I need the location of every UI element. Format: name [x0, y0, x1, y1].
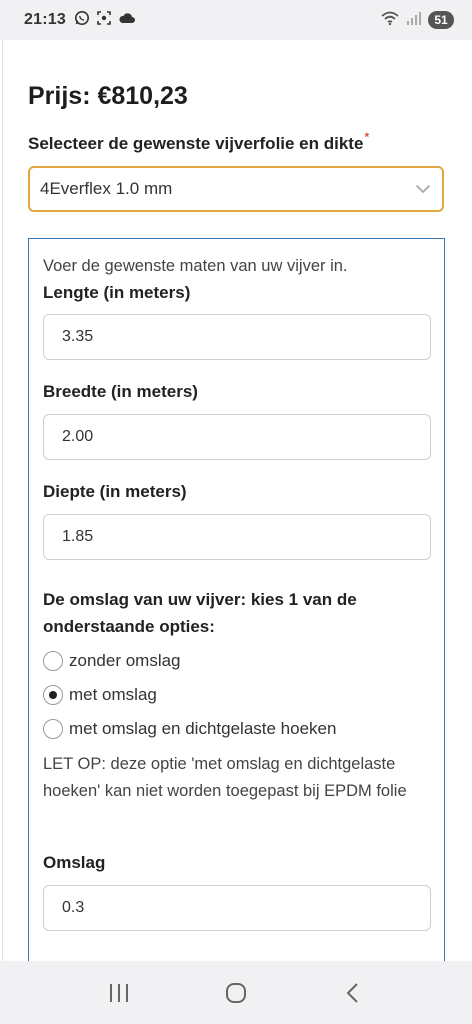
radio-button-selected[interactable]	[43, 685, 63, 705]
option-dichtgelaste-hoeken[interactable]: met omslag en dichtgelaste hoeken	[43, 719, 336, 739]
status-bar: 21:13 51	[0, 0, 472, 40]
product-page: Prijs: €810,23 Selecteer de gewenste vij…	[0, 40, 472, 961]
omslag-question: De omslag van uw vijver: kies 1 van de o…	[43, 590, 357, 636]
back-icon[interactable]	[333, 973, 373, 1013]
battery-indicator: 51	[428, 11, 454, 29]
whatsapp-icon	[74, 10, 90, 31]
notification-icons	[74, 10, 136, 31]
home-icon[interactable]	[216, 973, 256, 1013]
status-time: 21:13	[24, 11, 66, 28]
select-label: Selecteer de gewenste vijverfolie en dik…	[28, 130, 369, 154]
system-icons: 51	[380, 10, 454, 31]
dimensions-panel: Voer de gewenste maten van uw vijver in.…	[28, 238, 445, 961]
radio-dot	[49, 691, 57, 699]
width-input[interactable]: 2.00	[43, 414, 431, 460]
select-label-text: Selecteer de gewenste vijverfolie en dik…	[28, 134, 364, 153]
option-met-omslag[interactable]: met omslag	[43, 685, 157, 705]
select-value: 4Everflex 1.0 mm	[40, 179, 173, 198]
dimensions-intro: Voer de gewenste maten van uw vijver in.	[43, 257, 348, 275]
option-label: met omslag	[69, 685, 157, 704]
length-input[interactable]: 3.35	[43, 314, 431, 360]
depth-label: Diepte (in meters)	[43, 482, 187, 501]
cloud-icon	[118, 11, 136, 30]
chevron-down-icon	[414, 180, 432, 198]
omslag-input[interactable]: 0.3	[43, 885, 431, 931]
screenshot-icon	[96, 10, 112, 31]
option-label: zonder omslag	[69, 651, 181, 670]
navigation-bar	[0, 961, 472, 1024]
required-mark: *	[364, 130, 370, 144]
omslag-label: Omslag	[43, 853, 106, 872]
width-label: Breedte (in meters)	[43, 382, 198, 401]
length-value: 3.35	[62, 328, 94, 345]
width-value: 2.00	[62, 428, 94, 445]
depth-value: 1.85	[62, 528, 94, 545]
option-zonder-omslag[interactable]: zonder omslag	[43, 651, 181, 671]
recent-apps-icon[interactable]	[99, 973, 139, 1013]
omslag-value: 0.3	[62, 899, 85, 916]
signal-icon	[406, 10, 422, 31]
option-label: met omslag en dichtgelaste hoeken	[69, 719, 337, 738]
price-heading: Prijs: €810,23	[28, 82, 188, 110]
wifi-icon	[380, 10, 400, 31]
radio-button[interactable]	[43, 719, 63, 739]
foil-thickness-select[interactable]: 4Everflex 1.0 mm	[28, 166, 444, 212]
radio-button[interactable]	[43, 651, 63, 671]
epdm-warning-note: LET OP: deze optie 'met omslag en dichtg…	[43, 755, 407, 800]
page-border	[2, 40, 3, 961]
depth-input[interactable]: 1.85	[43, 514, 431, 560]
length-label: Lengte (in meters)	[43, 283, 191, 302]
